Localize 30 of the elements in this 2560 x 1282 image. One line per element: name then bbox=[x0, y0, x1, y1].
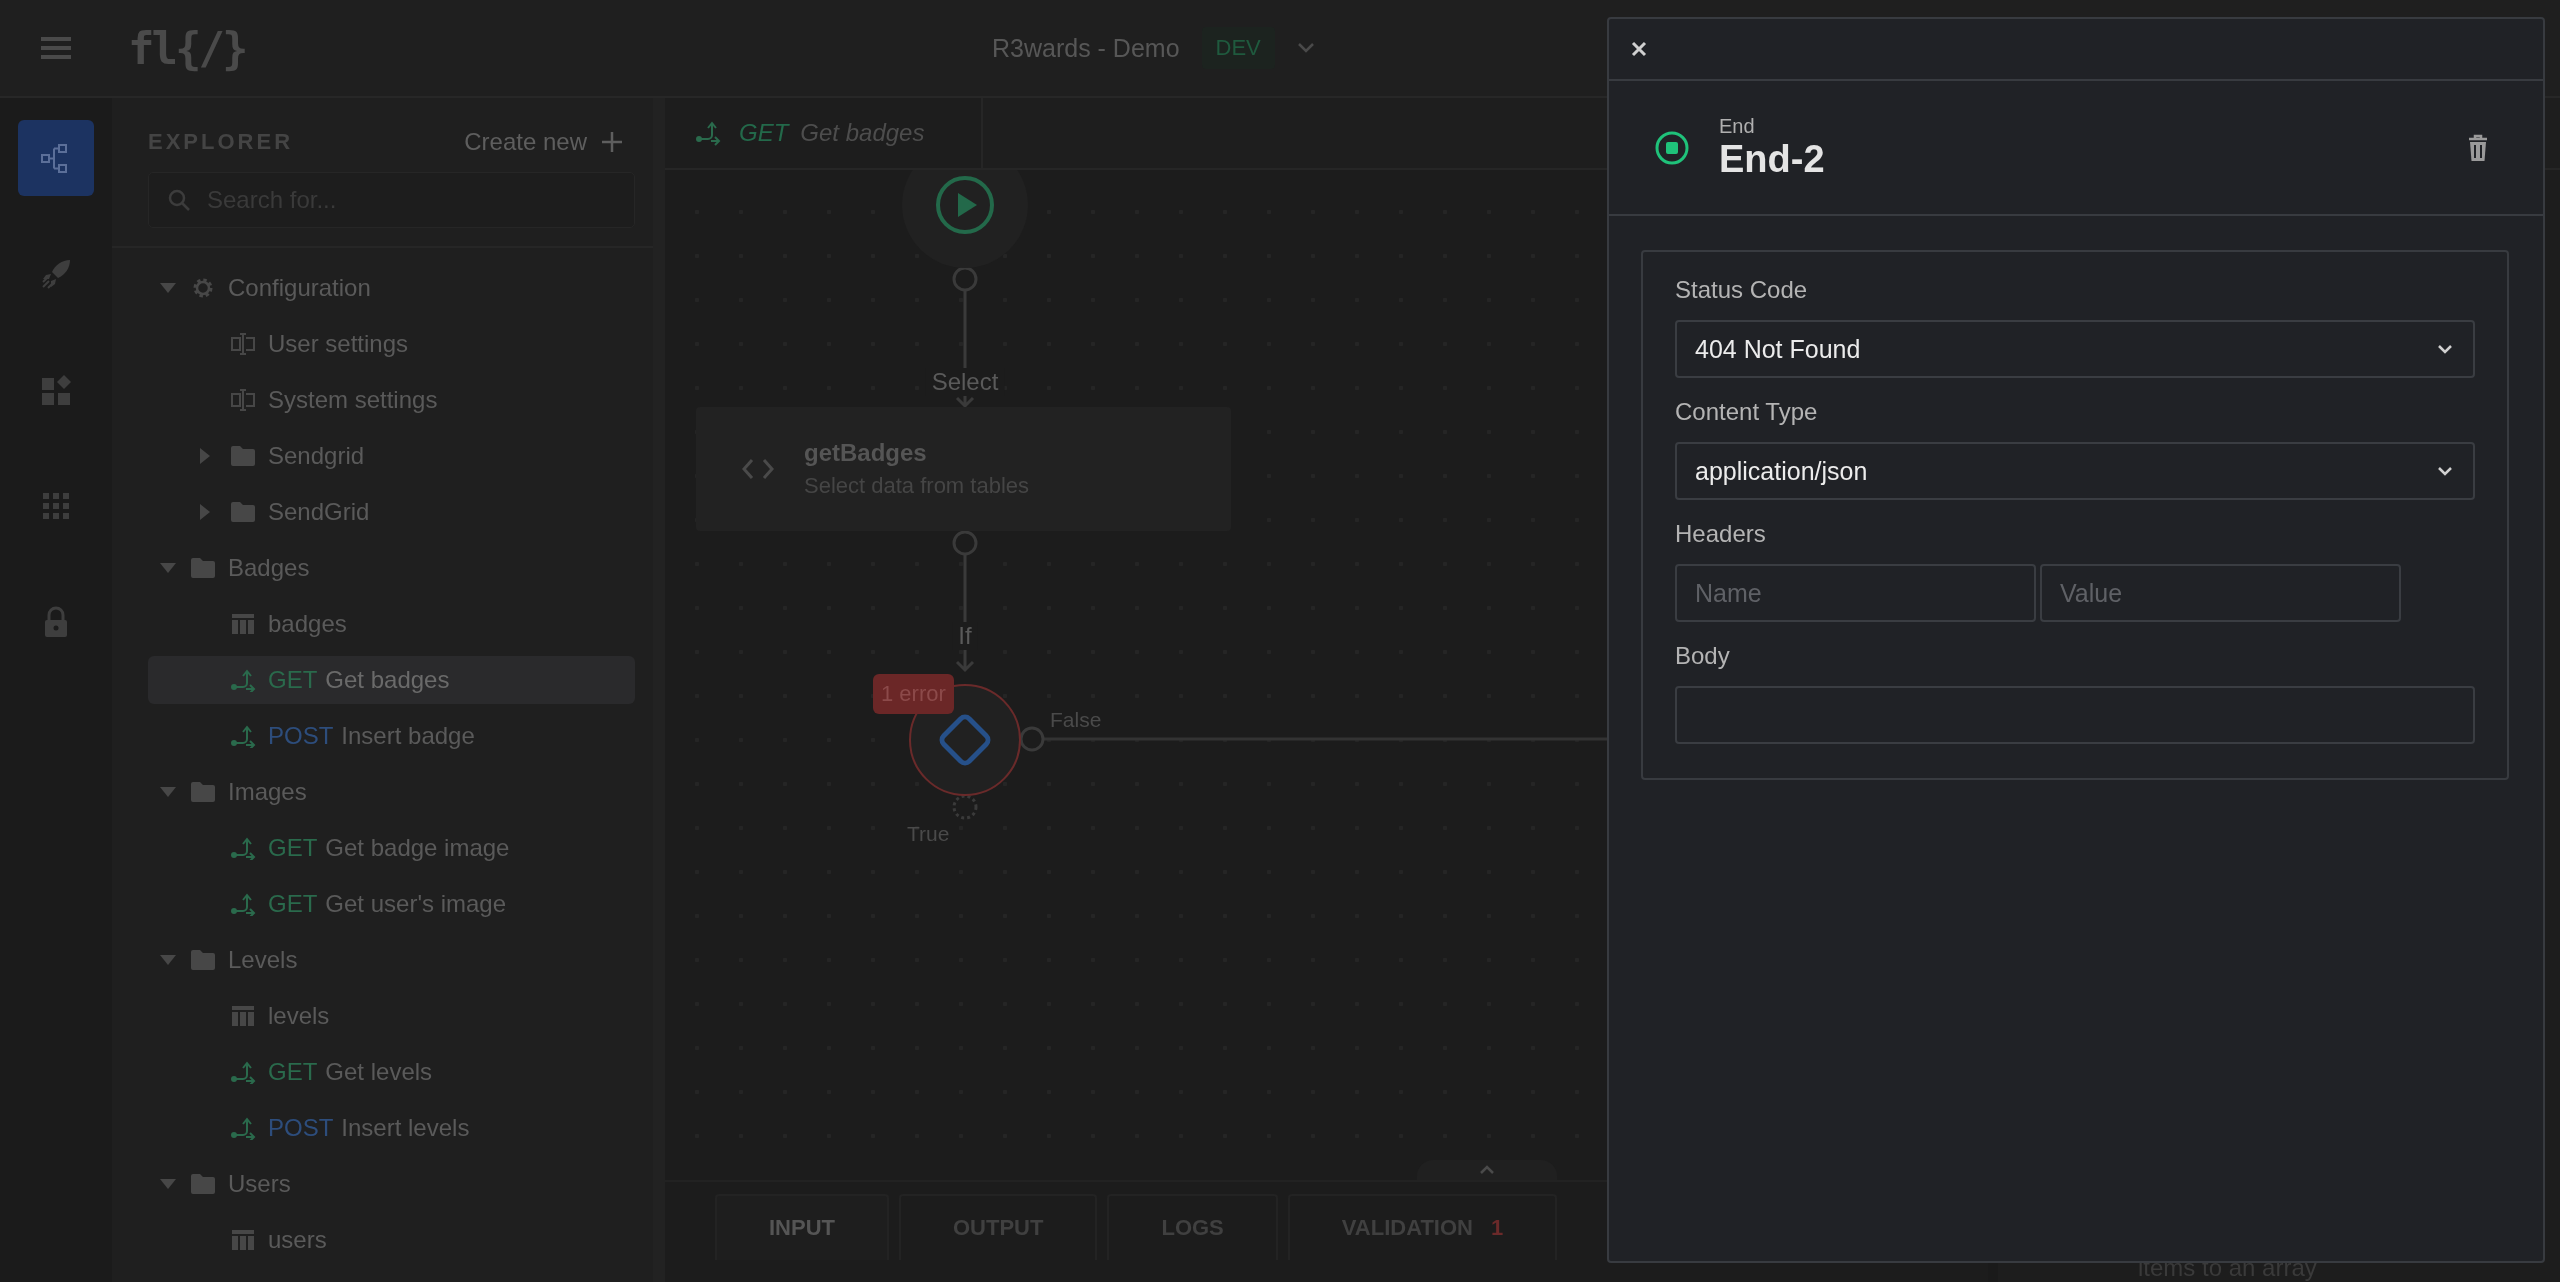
field-label: Body bbox=[1675, 642, 1731, 670]
tree-item[interactable]: Configuration bbox=[148, 264, 635, 312]
tree-item[interactable]: GET Get user's image bbox=[148, 880, 635, 928]
tree-item[interactable]: SendGrid bbox=[148, 488, 635, 536]
tree-item[interactable]: levels bbox=[148, 992, 635, 1040]
tree-item[interactable]: Users bbox=[148, 1160, 635, 1208]
node-name: End-2 bbox=[1719, 137, 1826, 181]
tree-item[interactable]: Badges bbox=[148, 544, 635, 592]
tree-item[interactable]: Levels bbox=[148, 936, 635, 984]
input-field[interactable]: Name bbox=[1675, 564, 2036, 622]
input-field[interactable]: Value bbox=[2040, 564, 2401, 622]
create-new-button[interactable]: Create new bbox=[464, 128, 623, 156]
tree-item[interactable]: GET Get badge image bbox=[148, 824, 635, 872]
tree-item[interactable]: Images bbox=[148, 768, 635, 816]
field-label: Headers bbox=[1675, 520, 1767, 548]
tree-item[interactable]: System settings bbox=[148, 376, 635, 424]
tree-item[interactable]: GET Get levels bbox=[148, 1048, 635, 1096]
tree-item[interactable]: POST Insert badge bbox=[148, 712, 635, 760]
tree-item[interactable]: Sendgrid bbox=[148, 432, 635, 480]
tree-item[interactable]: POST Insert levels bbox=[148, 1104, 635, 1152]
tree-item[interactable]: badges bbox=[148, 600, 635, 648]
tree-item[interactable]: GET Get badges bbox=[148, 656, 635, 704]
dropdown[interactable]: 404 Not Found bbox=[1675, 320, 2475, 378]
app-title: R3wards - Demo bbox=[992, 33, 1180, 63]
field-label: Status Code bbox=[1675, 276, 1809, 304]
node-type: End bbox=[1719, 114, 1756, 138]
field-label: Content Type bbox=[1675, 398, 1819, 426]
tree-item[interactable]: users bbox=[148, 1216, 635, 1264]
dropdown[interactable]: application/json bbox=[1675, 442, 2475, 500]
tree-item[interactable]: User settings bbox=[148, 320, 635, 368]
